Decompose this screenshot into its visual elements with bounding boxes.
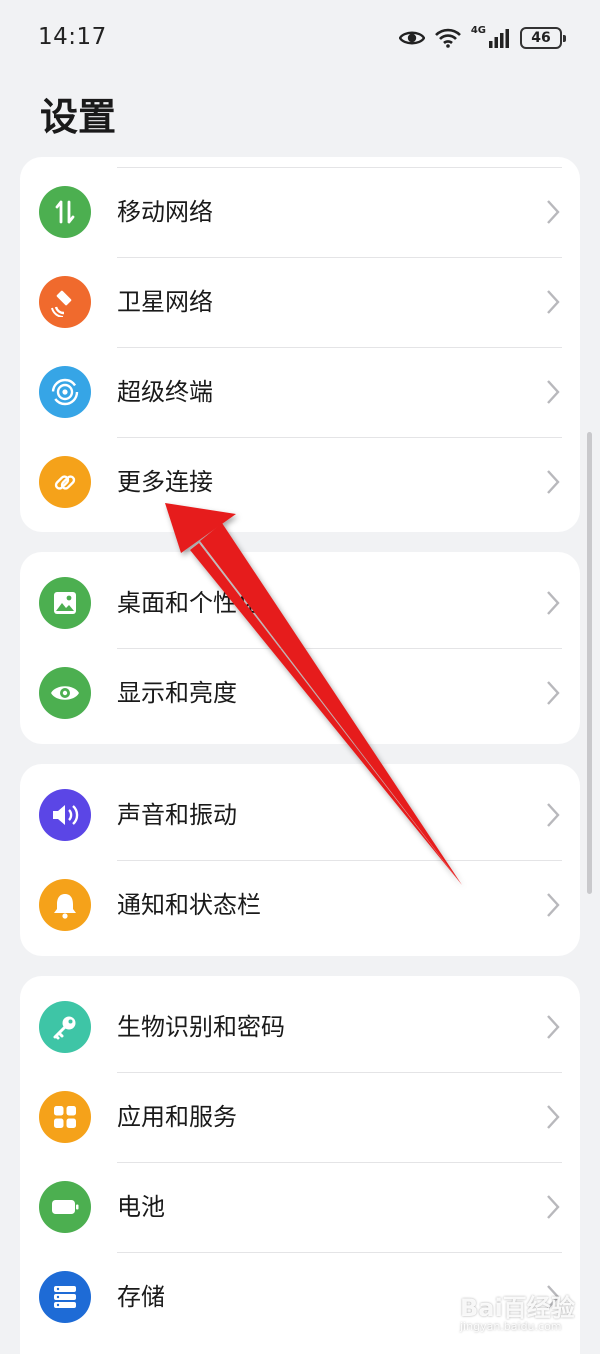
link-icon: [39, 456, 91, 508]
chevron-right-icon: [547, 681, 560, 705]
battery-indicator: 46: [520, 27, 566, 49]
settings-item-label: 卫星网络: [117, 288, 213, 316]
settings-item-label: 移动网络: [117, 198, 213, 226]
chevron-right-icon: [547, 380, 560, 404]
watermark-logo: Bai百经验: [460, 1294, 575, 1322]
settings-item-more-connections[interactable]: 更多连接: [20, 437, 580, 527]
status-icons: 4G 46: [398, 24, 566, 52]
settings-item-label: 超级终端: [117, 378, 213, 406]
mobile-network-icon: [39, 186, 91, 238]
settings-item-label: 电池: [117, 1193, 165, 1221]
chevron-right-icon: [547, 803, 560, 827]
eye-status-icon: [398, 31, 425, 45]
chevron-right-icon: [547, 290, 560, 314]
super-device-icon: [39, 366, 91, 418]
battery-icon: [39, 1181, 91, 1233]
signal-icon: [489, 29, 509, 48]
chevron-right-icon: [547, 1015, 560, 1039]
storage-icon: [39, 1271, 91, 1323]
settings-item-battery[interactable]: 电池: [20, 1162, 580, 1252]
status-bar: 14:17 4G 46: [0, 0, 600, 76]
settings-item-label: 更多连接: [117, 468, 213, 496]
chevron-right-icon: [547, 470, 560, 494]
chevron-right-icon: [547, 893, 560, 917]
wallpaper-icon: [39, 577, 91, 629]
battery-level: 46: [531, 30, 551, 46]
chevron-right-icon: [547, 1195, 560, 1219]
apps-icon: [39, 1091, 91, 1143]
settings-item-label: 桌面和个性化: [117, 589, 261, 617]
settings-item-home-personalization[interactable]: 桌面和个性化: [20, 558, 580, 648]
settings-group-display: 桌面和个性化 显示和亮度: [20, 552, 580, 744]
settings-item-label: 应用和服务: [117, 1103, 237, 1131]
scrollbar[interactable]: [587, 432, 592, 894]
settings-item-sound-vibration[interactable]: 声音和振动: [20, 770, 580, 860]
settings-group-connectivity: 移动网络 卫星网络 超级终端 更多连接: [20, 157, 580, 532]
settings-item-biometrics-password[interactable]: 生物识别和密码: [20, 982, 580, 1072]
settings-item-notifications-statusbar[interactable]: 通知和状态栏: [20, 860, 580, 950]
chevron-right-icon: [547, 200, 560, 224]
settings-item-satellite-network[interactable]: 卫星网络: [20, 257, 580, 347]
settings-item-label: 生物识别和密码: [117, 1013, 285, 1041]
satellite-icon: [39, 276, 91, 328]
settings-item-mobile-network[interactable]: 移动网络: [20, 167, 580, 257]
wifi-icon: [434, 28, 461, 48]
watermark-url: jingyan.baidu.com: [460, 1320, 562, 1333]
bell-icon: [39, 879, 91, 931]
settings-item-label: 存储: [117, 1283, 165, 1311]
settings-item-apps-services[interactable]: 应用和服务: [20, 1072, 580, 1162]
settings-item-label: 声音和振动: [117, 801, 237, 829]
network-type-label: 4G: [470, 24, 486, 36]
page-title: 设置: [40, 95, 117, 139]
status-time: 14:17: [38, 24, 107, 50]
settings-item-label: 显示和亮度: [117, 679, 237, 707]
eye-icon: [39, 667, 91, 719]
key-icon: [39, 1001, 91, 1053]
watermark: Bai百经验 jingyan.baidu.com: [460, 1286, 580, 1342]
settings-item-super-device[interactable]: 超级终端: [20, 347, 580, 437]
settings-group-sound-notifications: 声音和振动 通知和状态栏: [20, 764, 580, 956]
settings-item-label: 通知和状态栏: [117, 891, 261, 919]
speaker-icon: [39, 789, 91, 841]
chevron-right-icon: [547, 1105, 560, 1129]
settings-item-display-brightness[interactable]: 显示和亮度: [20, 648, 580, 738]
chevron-right-icon: [547, 591, 560, 615]
